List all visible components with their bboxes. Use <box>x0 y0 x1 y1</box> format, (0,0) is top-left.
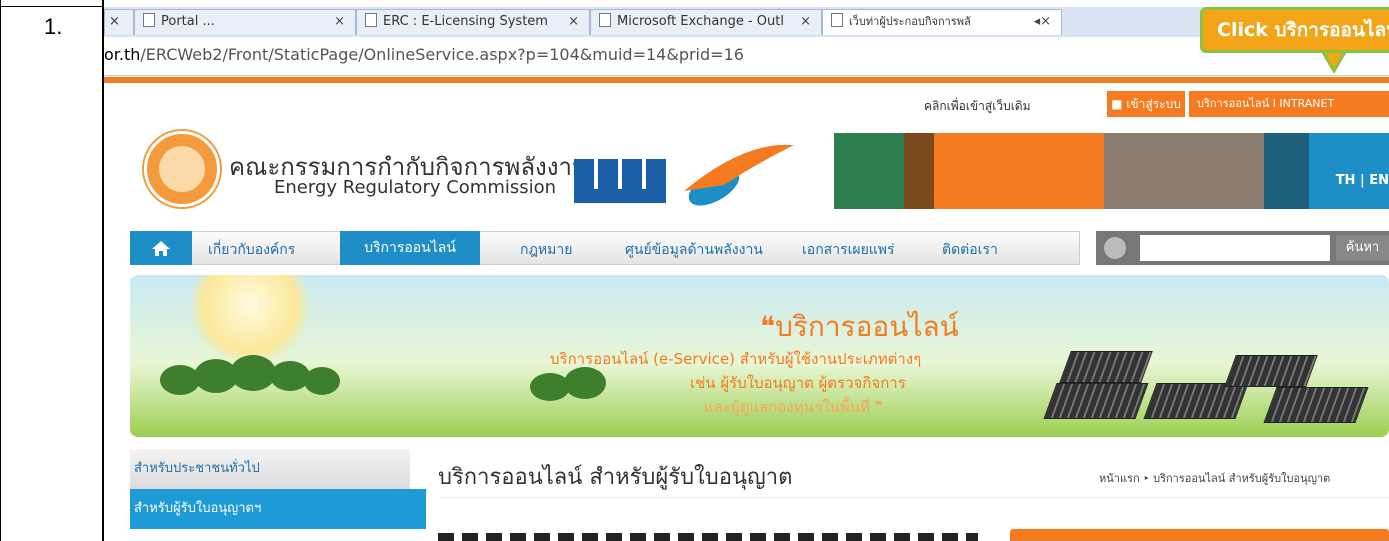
step-number: 1. <box>44 14 63 39</box>
tab-exchange[interactable]: Microsoft Exchange - Outl × <box>590 9 822 35</box>
tab-label: Portal ... <box>161 14 215 29</box>
url-domain: or.th <box>104 45 141 64</box>
nav-publications[interactable]: เอกสารเผยแพร่ <box>802 239 895 261</box>
address-bar[interactable]: or.th/ERCWeb2/Front/StaticPage/OnlineSer… <box>104 37 1389 76</box>
search-area: ค้นหา <box>1096 231 1389 265</box>
solar-panel-graphic <box>1143 383 1249 419</box>
language-switch[interactable]: TH | EN <box>1336 173 1389 188</box>
tab-label: เว็บท่าผู้ประกอบกิจการพลั <box>849 15 971 28</box>
stripe-brown <box>904 133 934 209</box>
solar-panel-graphic <box>1059 351 1153 383</box>
browser-screenshot: × Portal ... × ERC : E-Licensing System × … <box>104 7 1389 541</box>
lock-icon: ■ <box>1111 97 1123 111</box>
banner-line-1: บริการออนไลน์ (e-Service) สำหรับผู้ใช้งา… <box>550 350 922 368</box>
seal-emblem <box>159 146 205 192</box>
nav-about[interactable]: เกี่ยวกับองค์กร <box>208 239 295 261</box>
tab-close-icon[interactable]: × <box>109 14 120 29</box>
search-icon[interactable] <box>1104 237 1126 259</box>
tab-erc-portal-active[interactable]: เว็บท่าผู้ประกอบกิจการพลั ◂× <box>822 9 1062 35</box>
table-border-top-stub <box>102 0 104 7</box>
solar-panel-graphic <box>1043 383 1149 419</box>
stripe-orange <box>934 133 1104 209</box>
nav-home-button[interactable] <box>130 231 192 265</box>
solar-panel-graphic <box>1224 355 1318 387</box>
login-label: เข้าสู่ระบบ <box>1126 97 1181 111</box>
tab-portal[interactable]: Portal ... × <box>134 9 356 35</box>
nav-energy-data[interactable]: ศูนย์ข้อมูลด้านพลังงาน <box>625 239 763 261</box>
nav-online-service[interactable]: บริการออนไลน์ <box>340 231 480 265</box>
nav-contact[interactable]: ติดต่อเรา <box>942 239 998 261</box>
banner-line-3: และผู้ดูแลกองทุนฯในพื้นที่ ❞ <box>704 398 883 416</box>
eservice-intranet-link[interactable]: บริการออนไลน์ I INTRANET <box>1189 91 1389 117</box>
login-button[interactable]: ■ เข้าสู่ระบบ <box>1107 91 1185 117</box>
banner-line-2: เช่น ผู้รับใบอนุญาต ผู้ตรวจกิจการ <box>690 374 906 392</box>
home-icon <box>152 241 170 256</box>
stripe-green <box>834 133 904 209</box>
url-text[interactable]: or.th/ERCWeb2/Front/StaticPage/OnlineSer… <box>104 45 744 64</box>
tab-label: ERC : E-Licensing System <box>383 14 548 29</box>
page-title: บริการออนไลน์ สำหรับผู้รับใบอนุญาต <box>438 465 793 490</box>
breadcrumb[interactable]: หน้าแรก ‣ บริการออนไลน์ สำหรับผู้รับใบอน… <box>1099 469 1330 487</box>
stripe-blue <box>1309 133 1389 209</box>
page-icon <box>143 13 155 27</box>
tree-graphic <box>304 367 340 395</box>
divider <box>438 497 1389 498</box>
content-text-partial <box>438 533 978 541</box>
page-icon <box>599 13 611 27</box>
nav-law[interactable]: กฎหมาย <box>520 239 572 261</box>
sun-graphic <box>190 275 310 365</box>
instruction-callout: Click บริการออนไลน์ <box>1200 7 1389 53</box>
page-icon <box>365 13 377 27</box>
main-navigation: เกี่ยวกับองค์กร บริการออนไลน์ กฎหมาย ศูน… <box>130 231 1389 265</box>
header-color-stripes: TH | EN <box>834 133 1389 209</box>
tab-label: Microsoft Exchange - Outl <box>617 14 784 29</box>
erc-brand-logo <box>574 145 794 206</box>
search-button[interactable]: ค้นหา <box>1336 235 1389 261</box>
search-input[interactable] <box>1140 235 1330 261</box>
table-border-left <box>0 0 1 541</box>
tab-erc-licensing[interactable]: ERC : E-Licensing System × <box>356 9 590 35</box>
sidebar-item-licensees[interactable]: สำหรับผู้รับใบอนุญาตฯ <box>130 489 426 529</box>
tab-close-icon[interactable]: × <box>568 10 579 34</box>
banner-title: ❝บริการออนไลน์ <box>760 310 959 343</box>
sidebar-item-general-public[interactable]: สำหรับประชาชนทั่วไป <box>130 449 410 489</box>
org-name-english: Energy Regulatory Commission <box>274 177 557 198</box>
stripe-gray <box>1104 133 1264 209</box>
online-service-banner: ❝บริการออนไลน์ บริการออนไลน์ (e-Service)… <box>130 275 1389 437</box>
site-top-links: คลิกเพื่อเข้าสู่เว็บเดิม ■ เข้าสู่ระบบ บ… <box>104 91 1389 119</box>
tab-close-icon[interactable]: × <box>800 10 811 34</box>
url-path: /ERCWeb2/Front/StaticPage/OnlineService.… <box>140 45 744 64</box>
content-orange-box <box>1010 529 1389 541</box>
site-top-bar <box>104 77 1389 83</box>
tree-graphic <box>564 367 606 399</box>
stripe-teal <box>1264 133 1309 209</box>
page-icon <box>831 13 843 27</box>
browser-tab-strip: × Portal ... × ERC : E-Licensing System × … <box>104 7 1389 37</box>
old-site-link[interactable]: คลิกเพื่อเข้าสู่เว็บเดิม <box>924 97 1031 116</box>
erc-seal-logo <box>144 131 220 207</box>
tab-close-icon[interactable]: ◂× <box>1034 10 1051 34</box>
tab-partial[interactable]: × <box>104 9 134 35</box>
solar-panel-graphic <box>1263 387 1369 423</box>
tab-close-icon[interactable]: × <box>334 10 345 34</box>
tree-graphic <box>230 355 276 391</box>
table-border-top <box>0 6 104 7</box>
